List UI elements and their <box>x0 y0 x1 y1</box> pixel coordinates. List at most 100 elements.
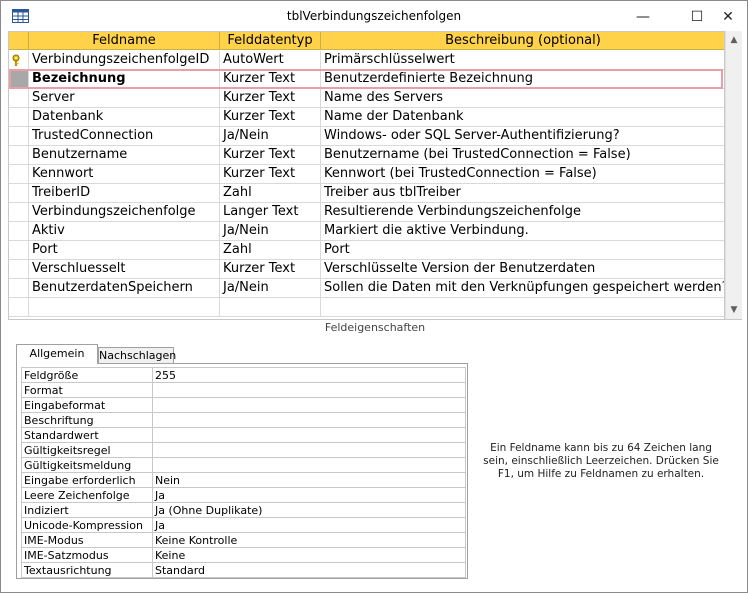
row-selector[interactable] <box>9 89 29 107</box>
property-value[interactable] <box>152 397 466 413</box>
field-description-cell[interactable] <box>321 298 724 316</box>
row-selector[interactable] <box>9 165 29 183</box>
field-description-cell[interactable]: Treiber aus tblTreiber <box>321 184 724 202</box>
row-selector[interactable] <box>9 127 29 145</box>
field-type-cell[interactable]: Ja/Nein <box>220 127 321 145</box>
field-name-cell[interactable]: Verbindungszeichenfolge <box>29 203 220 221</box>
field-name-cell[interactable]: Aktiv <box>29 222 220 240</box>
property-row[interactable]: IME-Modus Keine Kontrolle <box>21 532 466 548</box>
field-row[interactable]: Verschluesselt Kurzer Text Verschlüsselte … <box>9 260 724 279</box>
field-row[interactable]: BenutzerdatenSpeichern Ja/Nein Sollen die … <box>9 279 724 298</box>
row-selector[interactable] <box>9 51 29 69</box>
field-type-cell[interactable]: Zahl <box>220 241 321 259</box>
field-row[interactable]: Benutzername Kurzer Text Benutzername (bei… <box>9 146 724 165</box>
field-description-cell[interactable]: Markiert die aktive Verbindung. <box>321 222 724 240</box>
field-type-cell[interactable] <box>220 298 321 316</box>
field-name-cell[interactable]: TrustedConnection <box>29 127 220 145</box>
field-type-cell[interactable]: Ja/Nein <box>220 279 321 297</box>
property-row[interactable]: Indiziert Ja (Ohne Duplikate) <box>21 502 466 518</box>
row-selector-header[interactable] <box>9 32 29 50</box>
property-row[interactable]: Textausrichtung Standard <box>21 562 466 578</box>
property-row[interactable]: Standardwert <box>21 427 466 443</box>
field-description-cell[interactable]: Benutzerdefinierte Bezeichnung <box>321 70 724 88</box>
field-name-cell[interactable]: Server <box>29 89 220 107</box>
field-name-cell[interactable]: Kennwort <box>29 165 220 183</box>
property-value[interactable]: Ja <box>152 487 466 503</box>
property-row[interactable]: Eingabeformat <box>21 397 466 413</box>
field-row[interactable] <box>9 298 724 317</box>
property-row[interactable]: Eingabe erforderlich Nein <box>21 472 466 488</box>
property-row[interactable]: Beschriftung <box>21 412 466 428</box>
field-name-cell[interactable]: Datenbank <box>29 108 220 126</box>
field-type-cell[interactable]: Langer Text <box>220 203 321 221</box>
field-type-cell[interactable]: Kurzer Text <box>220 70 321 88</box>
field-row[interactable]: Aktiv Ja/Nein Markiert die aktive Verbindu… <box>9 222 724 241</box>
field-description-cell[interactable]: Benutzername (bei TrustedConnection = Fa… <box>321 146 724 164</box>
field-description-cell[interactable]: Primärschlüsselwert <box>321 51 724 69</box>
field-row[interactable]: TreiberID Zahl Treiber aus tblTreiber <box>9 184 724 203</box>
column-header-description[interactable]: Beschreibung (optional) <box>321 32 724 50</box>
maximize-button[interactable]: ☐ <box>682 1 712 32</box>
field-description-cell[interactable]: Port <box>321 241 724 259</box>
field-grid[interactable]: Feldname Felddatentyp Beschreibung (opti… <box>8 31 725 319</box>
property-value[interactable] <box>152 457 466 473</box>
field-type-cell[interactable]: AutoWert <box>220 51 321 69</box>
property-row[interactable]: Feldgröße 255 <box>21 367 466 383</box>
field-name-cell[interactable]: BenutzerdatenSpeichern <box>29 279 220 297</box>
row-selector[interactable] <box>9 298 29 316</box>
scroll-down-icon[interactable]: ▼ <box>726 302 742 318</box>
scroll-up-icon[interactable]: ▲ <box>726 32 742 48</box>
property-value[interactable] <box>152 382 466 398</box>
field-row[interactable]: Verbindungszeichenfolge Langer Text Result… <box>9 203 724 222</box>
field-type-cell[interactable]: Ja/Nein <box>220 222 321 240</box>
property-value[interactable] <box>152 442 466 458</box>
property-value[interactable]: 255 <box>152 367 466 383</box>
field-description-cell[interactable]: Verschlüsselte Version der Benutzerdaten <box>321 260 724 278</box>
property-value[interactable]: Keine Kontrolle <box>152 532 466 548</box>
field-name-cell[interactable] <box>29 298 220 316</box>
vertical-scrollbar[interactable]: ▲ ▼ <box>725 31 742 319</box>
property-row[interactable]: IME-Satzmodus Keine <box>21 547 466 563</box>
field-description-cell[interactable]: Windows- oder SQL Server-Authentifizieru… <box>321 127 724 145</box>
field-row[interactable]: Bezeichnung Kurzer Text Benutzerdefinierte… <box>9 70 724 89</box>
row-selector[interactable] <box>9 222 29 240</box>
row-selector[interactable] <box>9 184 29 202</box>
row-selector[interactable] <box>9 146 29 164</box>
row-selector[interactable] <box>9 203 29 221</box>
column-header-fieldname[interactable]: Feldname <box>29 32 220 50</box>
property-value[interactable]: Ja (Ohne Duplikate) <box>152 502 466 518</box>
field-row[interactable]: Kennwort Kurzer Text Kennwort (bei Trusted… <box>9 165 724 184</box>
field-description-cell[interactable]: Name des Servers <box>321 89 724 107</box>
field-row[interactable]: Server Kurzer Text Name des Servers <box>9 89 724 108</box>
property-row[interactable]: Unicode-Kompression Ja <box>21 517 466 533</box>
field-name-cell[interactable]: Port <box>29 241 220 259</box>
field-description-cell[interactable]: Name der Datenbank <box>321 108 724 126</box>
tab-nachschlagen[interactable]: Nachschlagen <box>98 347 176 364</box>
property-row[interactable]: Gültigkeitsmeldung <box>21 457 466 473</box>
tab-allgemein[interactable]: Allgemein <box>16 344 98 364</box>
field-name-cell[interactable]: TreiberID <box>29 184 220 202</box>
title-bar[interactable]: tblVerbindungszeichenfolgen — ☐ ✕ <box>1 1 747 32</box>
row-selector[interactable] <box>9 241 29 259</box>
row-selector[interactable] <box>9 260 29 278</box>
row-selector[interactable] <box>9 70 29 88</box>
row-selector[interactable] <box>9 108 29 126</box>
field-name-cell[interactable]: Bezeichnung <box>29 70 220 88</box>
field-type-cell[interactable]: Kurzer Text <box>220 146 321 164</box>
property-row[interactable]: Leere Zeichenfolge Ja <box>21 487 466 503</box>
property-row[interactable]: Gültigkeitsregel <box>21 442 466 458</box>
field-type-cell[interactable]: Kurzer Text <box>220 89 321 107</box>
field-description-cell[interactable]: Kennwort (bei TrustedConnection = False) <box>321 165 724 183</box>
field-type-cell[interactable]: Kurzer Text <box>220 165 321 183</box>
field-description-cell[interactable]: Resultierende Verbindungszeichenfolge <box>321 203 724 221</box>
property-value[interactable]: Keine <box>152 547 466 563</box>
column-header-datatype[interactable]: Felddatentyp <box>220 32 321 50</box>
property-value[interactable]: Ja <box>152 517 466 533</box>
row-selector[interactable] <box>9 279 29 297</box>
field-name-cell[interactable]: VerbindungszeichenfolgeID <box>29 51 220 69</box>
property-value[interactable]: Standard <box>152 562 466 578</box>
field-name-cell[interactable]: Benutzername <box>29 146 220 164</box>
field-description-cell[interactable]: Sollen die Daten mit den Verknüpfungen g… <box>321 279 724 297</box>
field-row[interactable]: VerbindungszeichenfolgeID AutoWert Primärs… <box>9 51 724 70</box>
field-row[interactable]: TrustedConnection Ja/Nein Windows- oder SQ… <box>9 127 724 146</box>
